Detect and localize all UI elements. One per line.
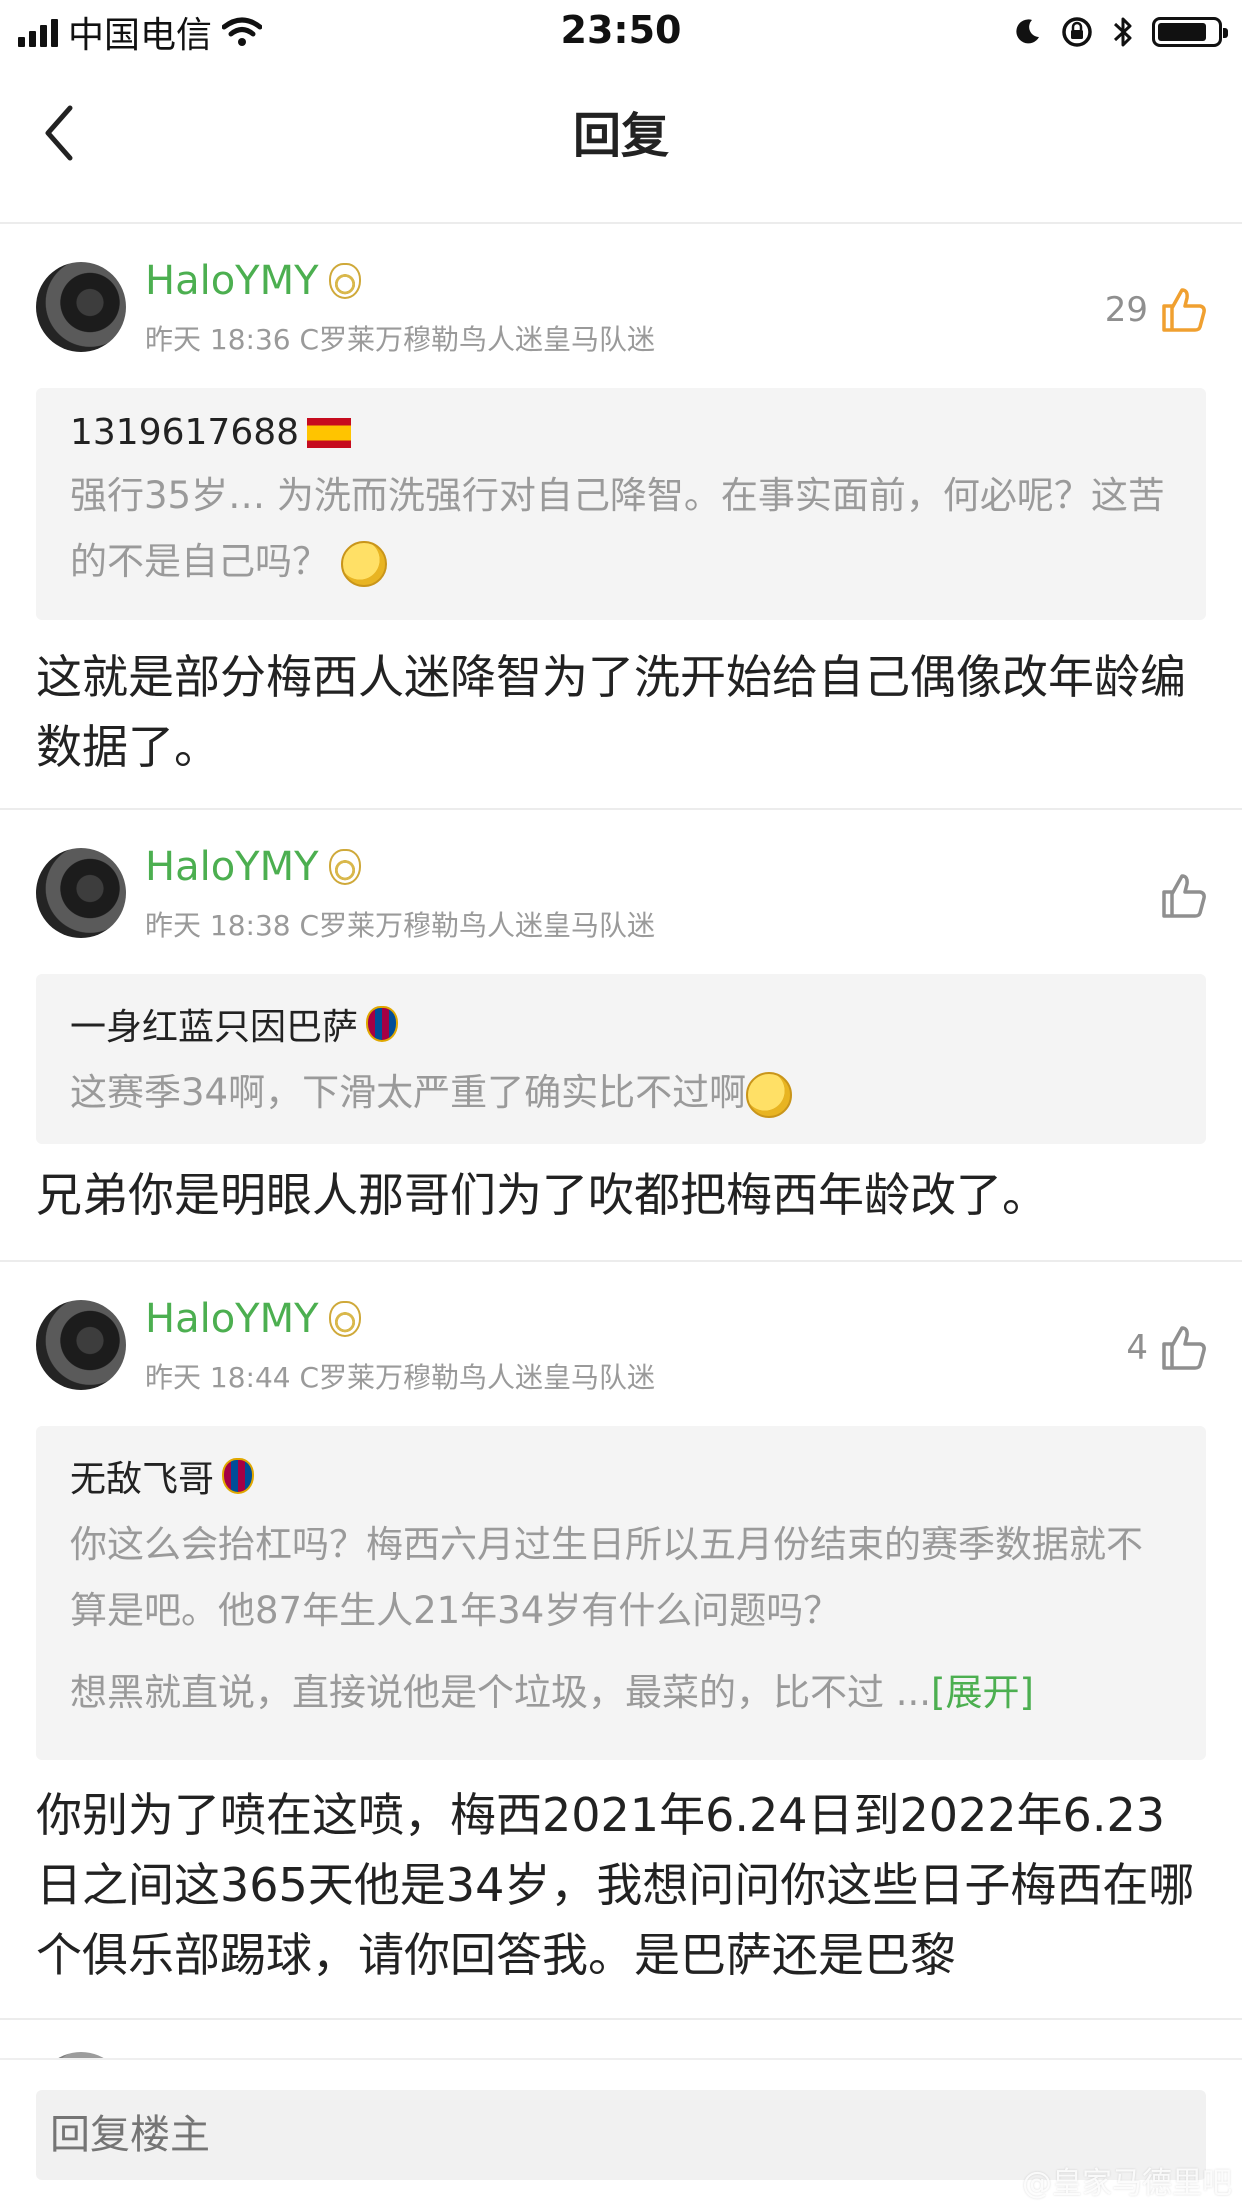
avatar[interactable] — [36, 848, 126, 938]
quoted-text-more: 想黑就直说，直接说他是个垃圾，最菜的，比不过 ...[展开] — [70, 1660, 1172, 1726]
reply-item: HaloYMY 昨天 18:44 C罗莱万穆勒鸟人迷皇马队迷 4 无敌飞哥 你这… — [0, 1262, 1242, 2020]
post-meta: 昨天 18:36 C罗莱万穆勒鸟人迷皇马队迷 — [145, 323, 656, 356]
quoted-text: 强行35岁… 为洗而洗强行对自己降智。在事实面前，何必呢？这苦的不是自己吗？ — [70, 463, 1172, 595]
reply-body: 这就是部分梅西人迷降智为了洗开始给自己偶像改年龄编数据了。 — [36, 650, 1186, 774]
reply-item: HaloYMY 昨天 18:38 C罗莱万穆勒鸟人迷皇马队迷 一身红蓝只因巴萨 … — [0, 810, 1242, 1262]
quoted-user: 1319617688 — [70, 412, 1172, 453]
nav-bar: 回复 — [0, 64, 1242, 224]
quoted-text-content: 这赛季34啊，下滑太严重了确实比不过啊 — [70, 1071, 747, 1114]
like-button[interactable] — [1148, 868, 1208, 924]
reply-item: HaloYMY 昨天 18:36 C罗莱万穆勒鸟人迷皇马队迷 29 131961… — [0, 224, 1242, 810]
post-meta: 昨天 18:44 C罗莱万穆勒鸟人迷皇马队迷 — [145, 1361, 656, 1394]
quoted-text-truncated: 想黑就直说，直接说他是个垃圾，最菜的，比不过 ... — [70, 1671, 932, 1714]
quoted-user: 一身红蓝只因巴萨 — [70, 998, 1172, 1050]
status-bar: 中国电信 23:50 — [0, 0, 1242, 64]
quoted-reply[interactable]: 一身红蓝只因巴萨 这赛季34啊，下滑太严重了确实比不过啊 — [36, 974, 1206, 1144]
avatar[interactable] — [36, 262, 126, 352]
quoted-user-text: 1319617688 — [70, 412, 300, 453]
battery-icon — [1152, 17, 1228, 47]
emoji-icon — [340, 540, 387, 587]
spain-flag-icon — [307, 417, 352, 448]
page-title: 回复 — [572, 108, 669, 164]
post-meta: 昨天 18:38 C罗莱万穆勒鸟人迷皇马队迷 — [145, 909, 656, 942]
barcelona-crest-icon — [366, 1006, 399, 1042]
expand-link[interactable]: [展开] — [931, 1671, 1034, 1714]
avatar[interactable] — [36, 1300, 126, 1390]
bluetooth-icon — [1113, 17, 1132, 47]
thumbs-up-icon — [1162, 1326, 1206, 1370]
reply-body: 兄弟你是明眼人那哥们为了吹都把梅西年龄改了。 — [36, 1168, 1048, 1222]
like-button[interactable]: 29 — [1105, 282, 1208, 338]
quoted-text: 你这么会抬杠吗？梅西六月过生日所以五月份结束的赛季数据就不算是吧。他87年生人2… — [70, 1523, 1143, 1632]
quoted-user-text: 一身红蓝只因巴萨 — [70, 1007, 359, 1048]
quoted-reply[interactable]: 无敌飞哥 你这么会抬杠吗？梅西六月过生日所以五月份结束的赛季数据就不算是吧。他8… — [36, 1426, 1206, 1760]
username[interactable]: HaloYMY — [145, 844, 361, 890]
like-count: 29 — [1104, 290, 1148, 330]
real-madrid-crest-icon — [328, 263, 361, 299]
thumbs-up-icon — [1162, 874, 1206, 918]
username[interactable]: HaloYMY — [145, 1296, 361, 1342]
orientation-lock-icon — [1062, 17, 1092, 47]
like-button[interactable]: 4 — [1126, 1320, 1208, 1376]
quoted-user: 无敌飞哥 — [70, 1450, 1172, 1502]
status-right — [1012, 10, 1228, 54]
real-madrid-crest-icon — [328, 1301, 361, 1337]
moon-icon — [1016, 19, 1039, 44]
reply-bar: @皇家马德里吧 — [0, 2058, 1242, 2208]
real-madrid-crest-icon — [328, 849, 361, 885]
quoted-text-content: 强行35岁… 为洗而洗强行对自己降智。在事实面前，何必呢？这苦的不是自己吗？ — [70, 474, 1165, 583]
emoji-icon — [746, 1071, 793, 1118]
quoted-text: 这赛季34啊，下滑太严重了确实比不过啊 — [70, 1060, 1172, 1126]
like-count: 4 — [1126, 1328, 1148, 1368]
thumbs-up-icon — [1162, 288, 1206, 332]
quoted-reply[interactable]: 1319617688 强行35岁… 为洗而洗强行对自己降智。在事实面前，何必呢？… — [36, 388, 1206, 620]
barcelona-crest-icon — [222, 1458, 255, 1494]
username-text: HaloYMY — [145, 258, 319, 304]
username-text: HaloYMY — [145, 1296, 319, 1342]
reply-body: 你别为了喷在这喷，梅西2021年6.24日到2022年6.23日之间这365天他… — [36, 1788, 1195, 1982]
username[interactable]: HaloYMY — [145, 258, 361, 304]
username-text: HaloYMY — [145, 844, 319, 890]
quoted-user-text: 无敌飞哥 — [70, 1459, 215, 1500]
watermark: @皇家马德里吧 — [1022, 2166, 1232, 2201]
